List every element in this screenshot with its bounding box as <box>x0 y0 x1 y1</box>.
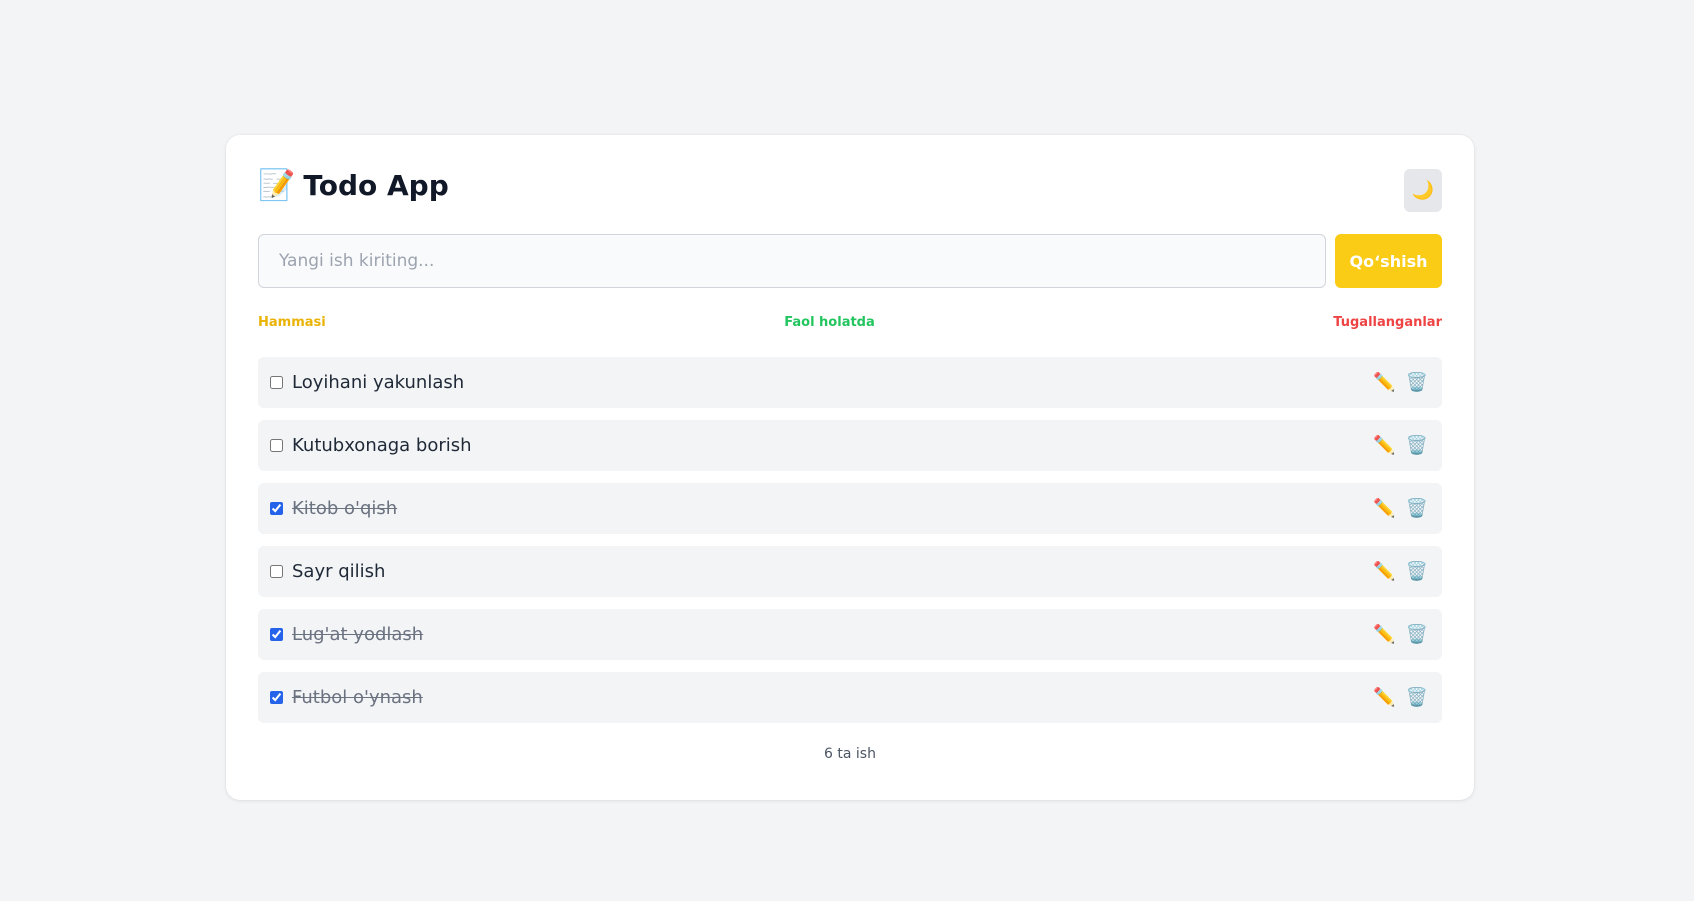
pencil-icon[interactable]: ✏️ <box>1373 499 1395 518</box>
todo-text: Kutubxonaga borish <box>292 435 472 456</box>
new-todo-input[interactable] <box>258 234 1326 288</box>
page-title-text: Todo App <box>303 169 449 202</box>
filter-bar: Hammasi Faol holatda Tugallanganlar <box>258 312 1442 332</box>
trash-icon[interactable]: 🗑️ <box>1406 436 1428 455</box>
trash-icon[interactable]: 🗑️ <box>1406 562 1428 581</box>
todo-item: Kutubxonaga borish ✏️ 🗑️ <box>258 420 1442 471</box>
memo-icon: 📝 <box>258 168 296 203</box>
todo-actions: ✏️ 🗑️ <box>1373 672 1428 723</box>
todo-actions: ✏️ 🗑️ <box>1373 420 1428 471</box>
todo-item: Lug'at yodlash ✏️ 🗑️ <box>258 609 1442 660</box>
todo-text: Futbol o'ynash <box>292 687 423 708</box>
theme-toggle-button[interactable]: 🌙 <box>1404 169 1442 212</box>
todo-list: Loyihani yakunlash ✏️ 🗑️ Kutubxonaga bor… <box>258 357 1442 735</box>
todo-item: Sayr qilish ✏️ 🗑️ <box>258 546 1442 597</box>
todo-item: Loyihani yakunlash ✏️ 🗑️ <box>258 357 1442 408</box>
pencil-icon[interactable]: ✏️ <box>1373 688 1395 707</box>
todo-card: 📝 Todo App 🌙 Qo‘shish Hammasi Faol holat… <box>226 135 1474 800</box>
todo-text: Loyihani yakunlash <box>292 372 465 393</box>
todo-text: Lug'at yodlash <box>292 624 424 645</box>
todo-checkbox[interactable] <box>270 502 283 515</box>
add-todo-row: Qo‘shish <box>258 234 1442 288</box>
todo-text: Kitob o'qish <box>292 498 398 519</box>
add-button[interactable]: Qo‘shish <box>1335 234 1442 288</box>
trash-icon[interactable]: 🗑️ <box>1406 499 1428 518</box>
page-title: 📝 Todo App <box>258 171 449 201</box>
filter-completed[interactable]: Tugallanganlar <box>1333 315 1442 330</box>
todo-checkbox[interactable] <box>270 565 283 578</box>
todo-checkbox[interactable] <box>270 439 283 452</box>
todo-actions: ✏️ 🗑️ <box>1373 546 1428 597</box>
todo-actions: ✏️ 🗑️ <box>1373 609 1428 660</box>
todo-item: Futbol o'ynash ✏️ 🗑️ <box>258 672 1442 723</box>
todo-text: Sayr qilish <box>292 561 386 582</box>
todo-count: 6 ta ish <box>824 746 876 762</box>
moon-icon: 🌙 <box>1411 180 1435 200</box>
header: 📝 Todo App 🌙 <box>258 169 1442 213</box>
pencil-icon[interactable]: ✏️ <box>1373 625 1395 644</box>
pencil-icon[interactable]: ✏️ <box>1373 436 1395 455</box>
trash-icon[interactable]: 🗑️ <box>1406 373 1428 392</box>
todo-checkbox[interactable] <box>270 691 283 704</box>
filter-active[interactable]: Faol holatda <box>784 315 875 330</box>
todo-actions: ✏️ 🗑️ <box>1373 483 1428 534</box>
pencil-icon[interactable]: ✏️ <box>1373 562 1395 581</box>
filter-all[interactable]: Hammasi <box>258 315 326 330</box>
trash-icon[interactable]: 🗑️ <box>1406 688 1428 707</box>
todo-checkbox[interactable] <box>270 628 283 641</box>
trash-icon[interactable]: 🗑️ <box>1406 625 1428 644</box>
pencil-icon[interactable]: ✏️ <box>1373 373 1395 392</box>
todo-item: Kitob o'qish ✏️ 🗑️ <box>258 483 1442 534</box>
todo-checkbox[interactable] <box>270 376 283 389</box>
todo-actions: ✏️ 🗑️ <box>1373 357 1428 408</box>
